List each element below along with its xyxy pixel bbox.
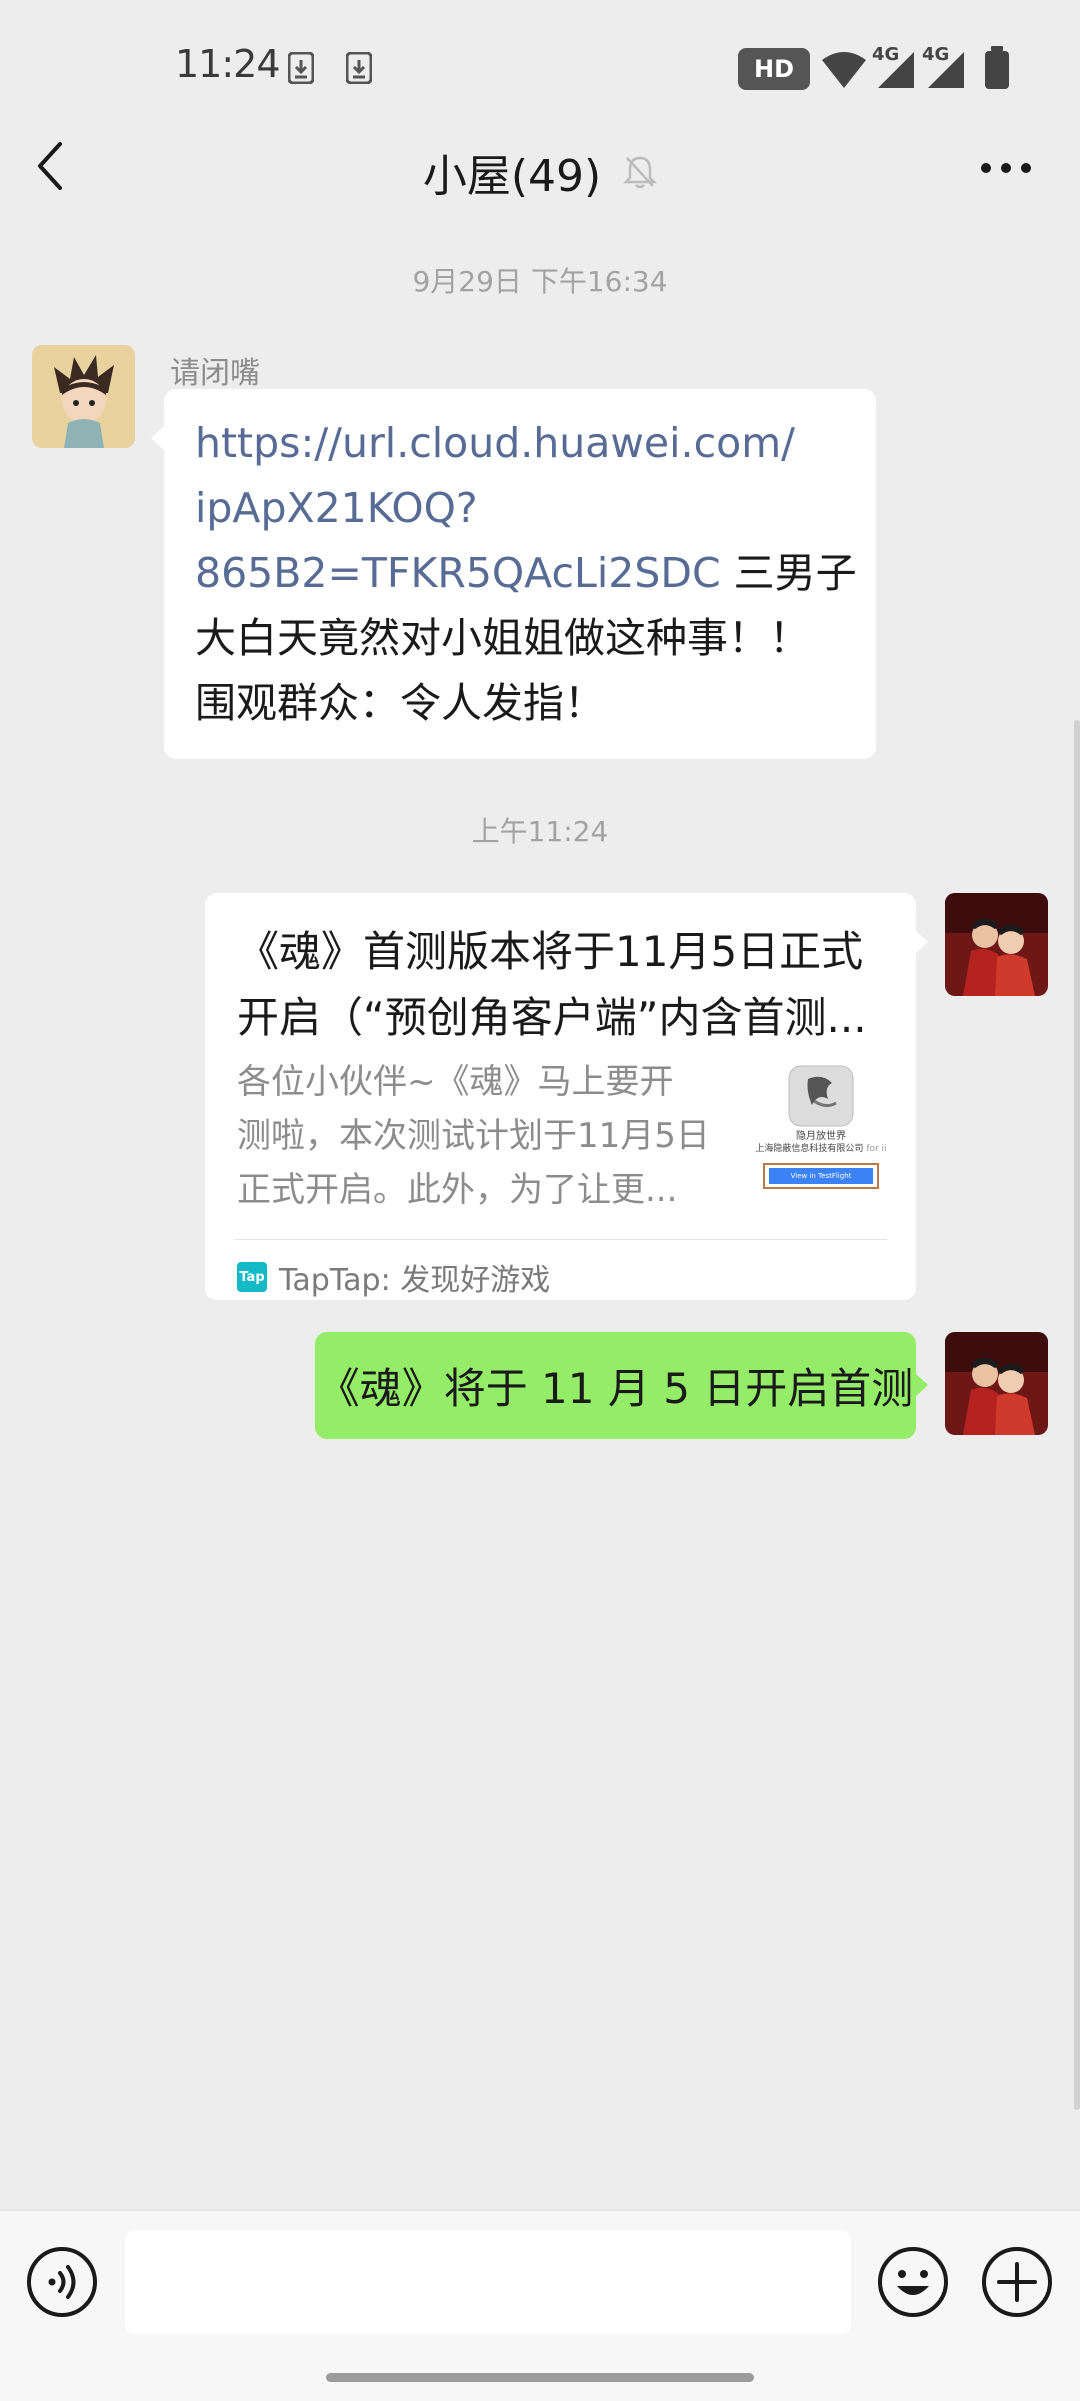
sender-name: 请闭嘴	[170, 356, 260, 391]
emoji-icon[interactable]	[877, 2246, 949, 2318]
card-source: Tap TapTap: 发现好游戏	[237, 1249, 550, 1305]
thumb-button: View in TestFlight	[769, 1168, 873, 1184]
message-input[interactable]	[125, 2230, 851, 2334]
thumb-caption: 隐月放世界	[796, 1131, 846, 1142]
message-bubble-incoming[interactable]: https://url.cloud.huawei.com/ ipApX21KOQ…	[164, 389, 876, 759]
avatar[interactable]	[32, 345, 135, 448]
link-card[interactable]: 《魂》首测版本将于11月5日正式 开启（“预创角客户端”内含首测... 各位小伙…	[205, 893, 916, 1300]
network-label: 4G	[922, 44, 950, 65]
card-title-line: 开启（“预创角客户端”内含首测...	[237, 993, 867, 1042]
battery-icon	[985, 46, 1009, 89]
thumb-caption: 上海隐蔽信息科技有限公司 for ii	[753, 1141, 889, 1154]
card-description: 各位小伙伴~《魂》马上要开 测啦，本次测试计划于11月5日 正式开启。此外，为了…	[237, 1055, 710, 1217]
card-desc-line: 正式开启。此外，为了让更...	[237, 1170, 678, 1210]
avatar-image	[32, 345, 135, 448]
message-link[interactable]: 865B2=TFKR5QAcLi2SDC	[195, 549, 721, 597]
card-desc-line: 测啦，本次测试计划于11月5日	[237, 1116, 710, 1156]
wifi-icon	[822, 52, 866, 88]
voice-icon[interactable]	[26, 2246, 98, 2318]
card-divider	[235, 1239, 887, 1240]
thumb-button-frame: View in TestFlight	[763, 1163, 879, 1189]
message-line: https://url.cloud.huawei.com/	[195, 411, 850, 476]
thumb-suffix: for ii	[866, 1144, 887, 1154]
chat-title-wrapper: 小屋(49)	[0, 140, 1080, 204]
hd-label: HD	[753, 55, 794, 83]
download-icon	[346, 52, 372, 84]
message-line: 865B2=TFKR5QAcLi2SDC 三男子	[195, 541, 857, 606]
network-label: 4G	[872, 44, 900, 65]
card-thumbnail: 隐月放世界 上海隐蔽信息科技有限公司 for ii View in TestFl…	[753, 1065, 889, 1197]
bubble-tail	[914, 929, 928, 955]
status-bar: 11:24 HD 4G 4G	[0, 0, 1080, 140]
hd-icon: HD	[738, 48, 810, 90]
message-link[interactable]: ipApX21KOQ?	[195, 484, 478, 532]
bubble-tail	[151, 425, 165, 451]
card-title: 《魂》首测版本将于11月5日正式 开启（“预创角客户端”内含首测...	[237, 919, 887, 1051]
thumb-company: 上海隐蔽信息科技有限公司	[755, 1144, 864, 1154]
avatar[interactable]	[945, 893, 1048, 996]
card-source-label: TapTap: 发现好游戏	[279, 1263, 551, 1298]
bell-muted-icon	[623, 156, 658, 189]
timestamp: 9月29日 下午16:34	[412, 265, 668, 298]
status-time: 11:24	[175, 42, 281, 86]
chat-title: 小屋(49)	[422, 151, 602, 202]
message-bubble-outgoing[interactable]: 《魂》将于 11 月 5 日开启首测	[315, 1332, 916, 1439]
message-text: 三男子	[720, 549, 857, 597]
card-desc-line: 各位小伙伴~《魂》马上要开	[237, 1062, 674, 1102]
home-indicator[interactable]	[326, 2373, 754, 2382]
message-line: ipApX21KOQ?	[195, 476, 850, 541]
download-icon	[288, 52, 314, 84]
scrollbar[interactable]	[1074, 720, 1080, 2110]
plus-icon[interactable]	[981, 2246, 1053, 2318]
card-title-line: 《魂》首测版本将于11月5日正式	[237, 927, 864, 976]
message-line: 围观群众：令人发指！	[195, 679, 605, 727]
app-icon	[788, 1065, 854, 1127]
avatar-image	[945, 893, 1048, 996]
timestamp: 上午11:24	[471, 815, 609, 848]
avatar-image	[945, 1332, 1048, 1435]
taptap-icon: Tap	[237, 1262, 267, 1292]
avatar[interactable]	[945, 1332, 1048, 1435]
message-link[interactable]: https://url.cloud.huawei.com/	[195, 419, 795, 467]
bubble-tail	[914, 1372, 928, 1398]
message-line: 大白天竟然对小姐姐做这种事！！	[195, 614, 810, 662]
